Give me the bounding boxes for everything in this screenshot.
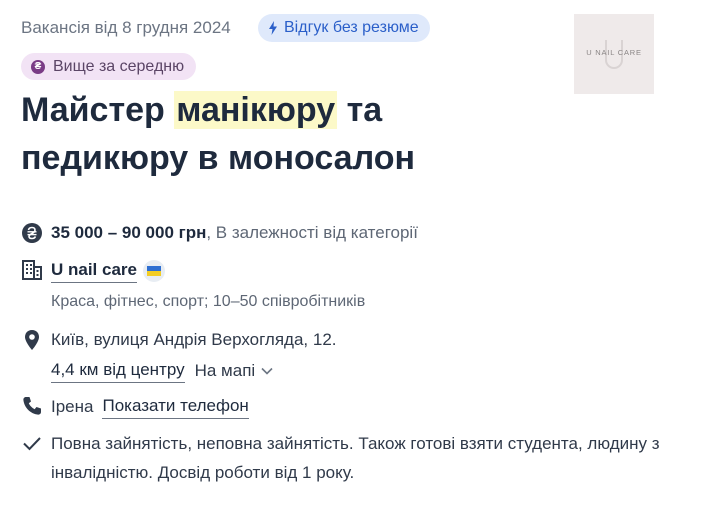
building-icon	[22, 260, 42, 280]
distance-link[interactable]: 4,4 км від центру	[51, 359, 185, 383]
coin-icon: ₴	[31, 59, 45, 74]
above-average-salary-badge: ₴ Вище за середню	[21, 53, 197, 80]
salary-range: 35 000 – 90 000 грн	[51, 223, 207, 242]
company-details: Краса, фітнес, спорт; 10–50 співробітник…	[51, 293, 366, 310]
vacancy-title: Майстер манікюру та педикюру в моносалон	[21, 86, 541, 182]
conditions-row: Повна зайнятість, неповна зайнятість. Та…	[21, 432, 660, 487]
conditions-line-2: інвалідністю. Досвід роботи від 1 року.	[51, 463, 355, 482]
logo-wordmark: U NAIL CARE	[586, 48, 642, 57]
salary-text: 35 000 – 90 000 грн, В залежності від ка…	[51, 222, 418, 244]
company-logo[interactable]: U NAIL CARE	[574, 14, 654, 94]
location-row: Київ, вулиця Андрія Верхогляда, 12. 4,4 …	[21, 329, 337, 383]
no-resume-badge: Відгук без резюме	[258, 14, 430, 42]
contact-row: Ірена Показати телефон	[21, 395, 249, 419]
ukraine-flag-icon	[143, 260, 165, 282]
company-name-link[interactable]: U nail care	[51, 259, 137, 283]
hryvnia-icon	[22, 223, 42, 243]
title-highlight: манікюру	[174, 91, 338, 129]
salary-badge-label: Вище за середню	[53, 57, 185, 75]
company-row: U nail care Краса, фітнес, спорт; 10–50 …	[21, 259, 365, 313]
u-nail-care-logo-icon: U NAIL CARE	[574, 14, 654, 94]
title-part-1: Майстер	[21, 91, 175, 129]
vacancy-date: Вакансія від 8 грудня 2024	[21, 18, 231, 37]
map-pin-icon	[25, 330, 39, 350]
lightning-icon	[269, 21, 277, 35]
salary-row: 35 000 – 90 000 грн, В залежності від ка…	[21, 222, 418, 244]
chevron-down-icon	[261, 367, 273, 375]
check-icon	[23, 437, 41, 451]
salary-note: , В залежності від категорії	[206, 223, 418, 242]
phone-icon	[23, 397, 41, 415]
address-text: Київ, вулиця Андрія Верхогляда, 12.	[51, 330, 337, 349]
conditions-line-1: Повна зайнятість, неповна зайнятість. Та…	[51, 434, 660, 453]
show-phone-link[interactable]: Показати телефон	[102, 395, 249, 419]
contact-name: Ірена	[51, 397, 94, 416]
map-toggle[interactable]: На мапі	[195, 360, 274, 382]
no-resume-badge-label: Відгук без резюме	[284, 19, 419, 36]
map-toggle-label: На мапі	[194, 361, 256, 380]
